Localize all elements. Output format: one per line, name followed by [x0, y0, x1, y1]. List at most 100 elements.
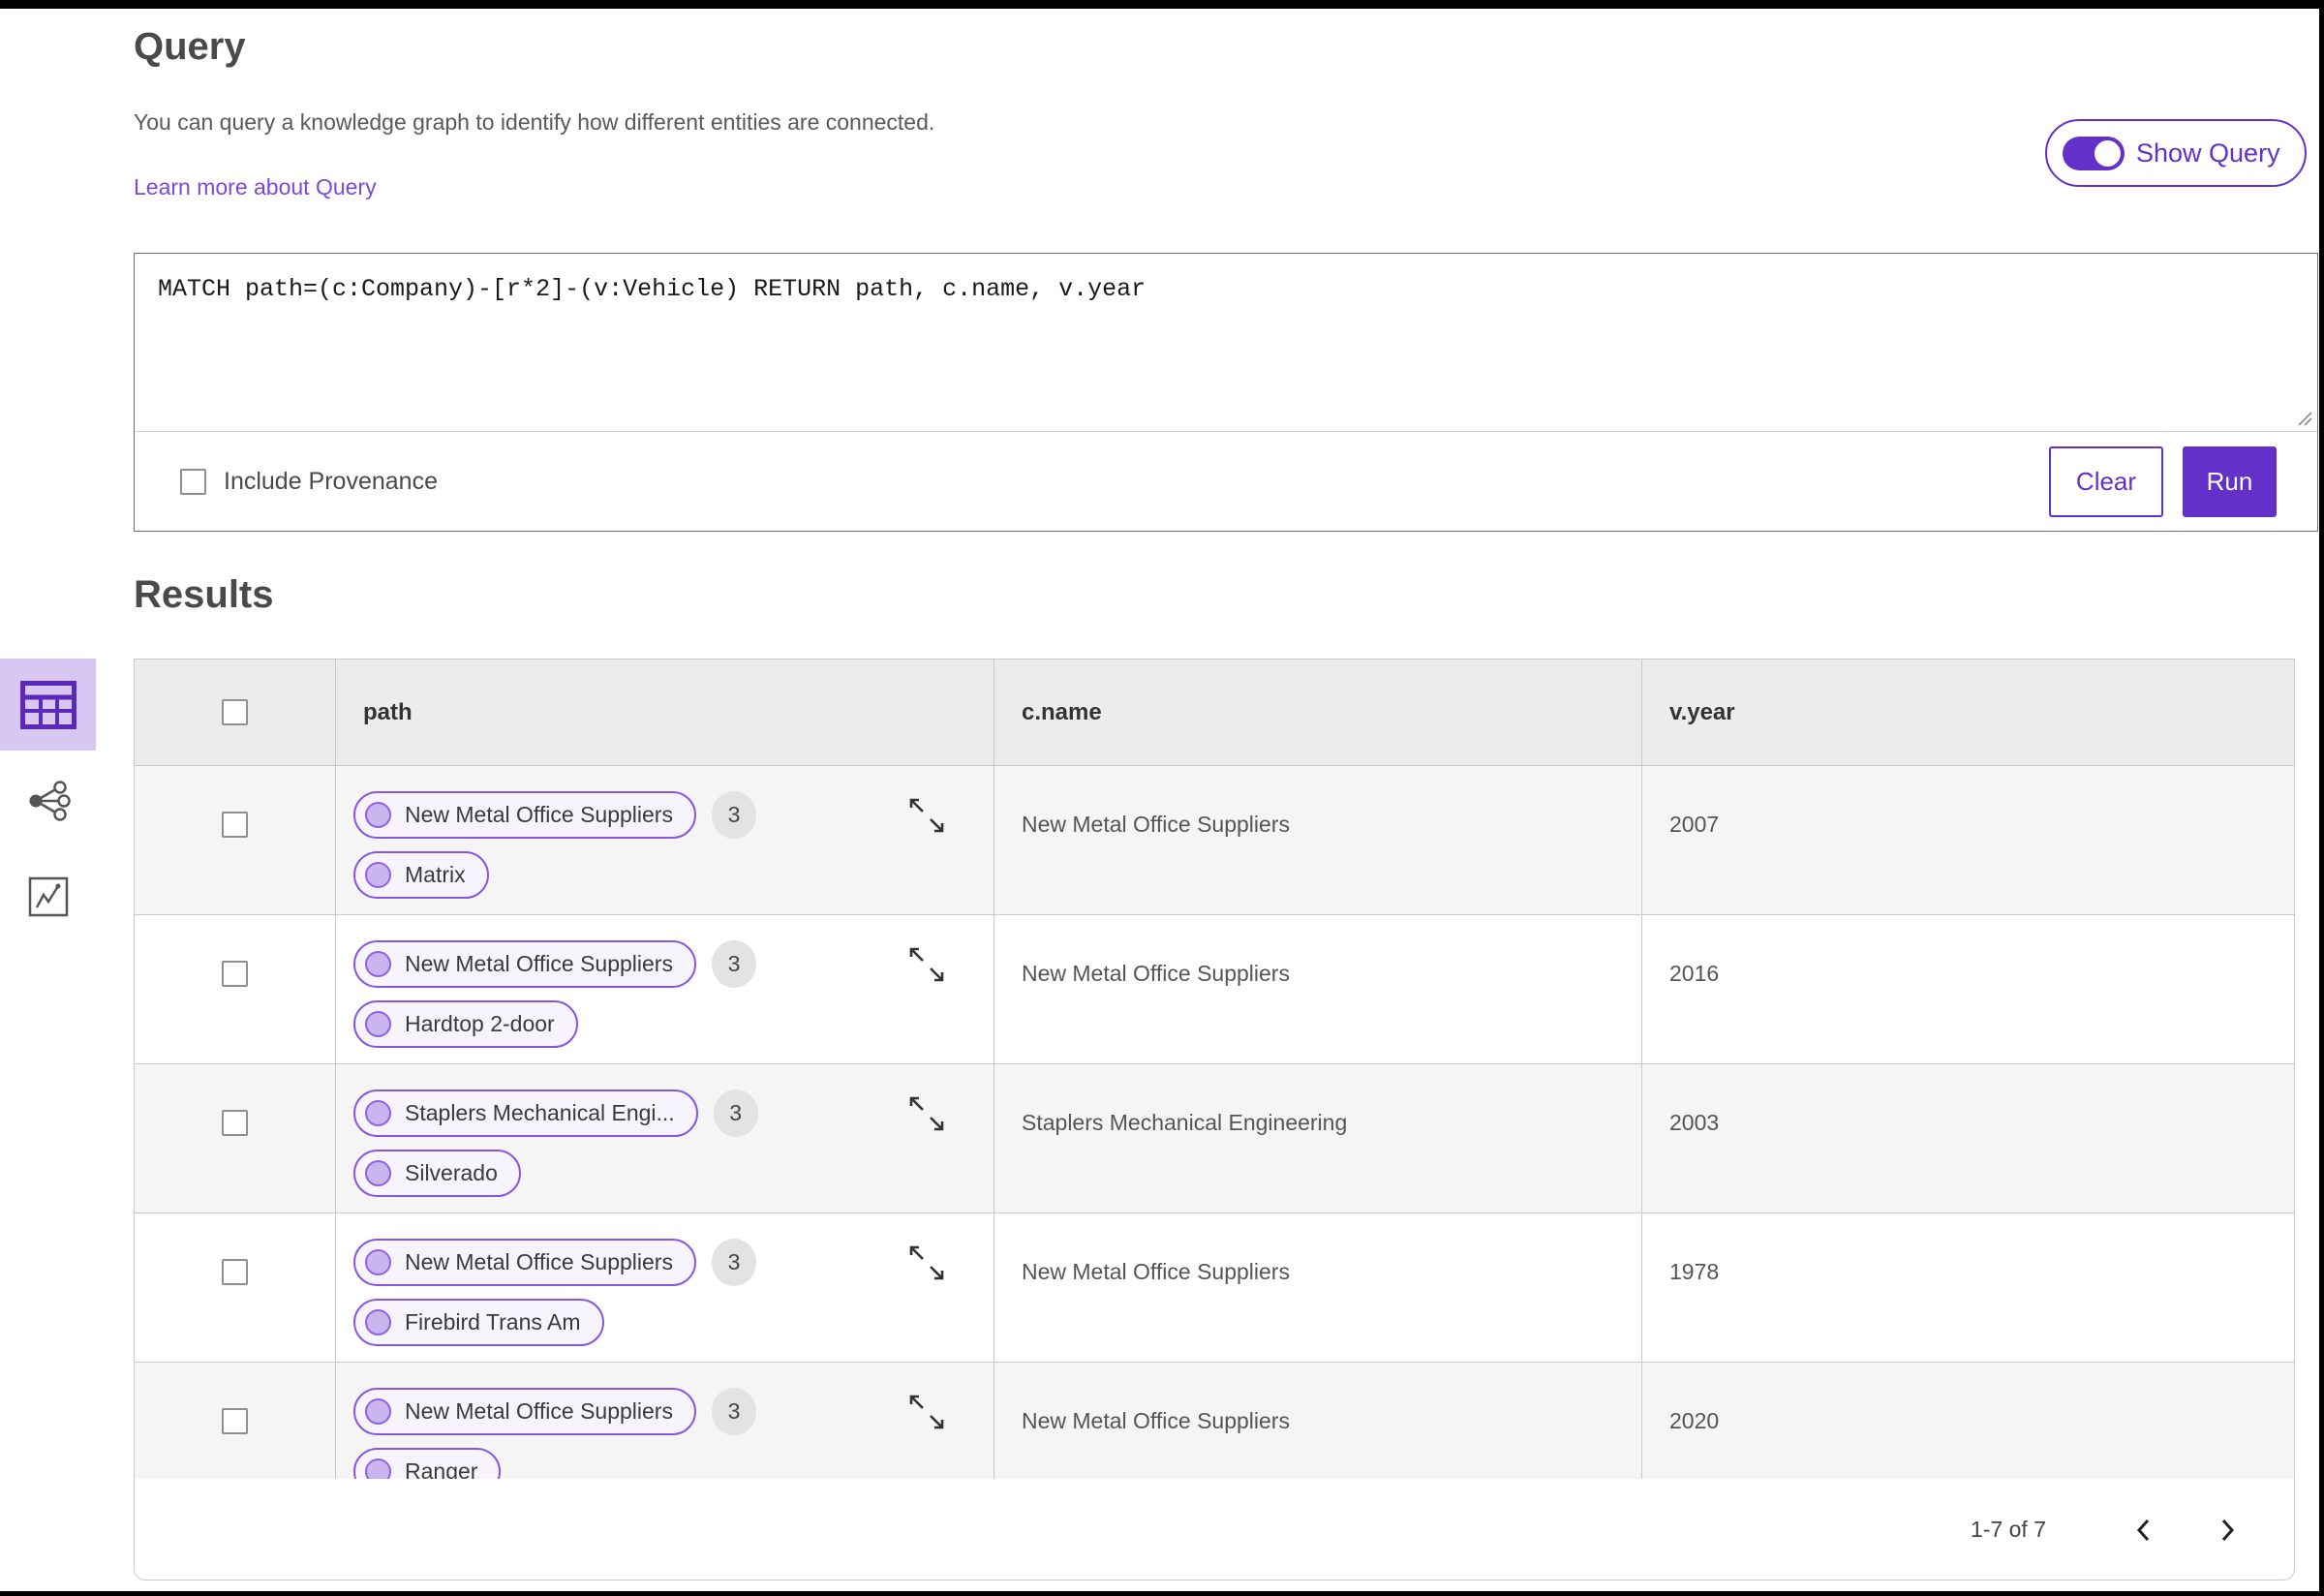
path-node-pill-start[interactable]: New Metal Office Suppliers: [353, 791, 696, 839]
node-circle-icon: [365, 1249, 391, 1275]
column-header-vyear[interactable]: v.year: [1641, 660, 2294, 765]
previous-page-button[interactable]: [2124, 1511, 2162, 1550]
graph-view-icon: [29, 780, 71, 821]
table-view-icon: [19, 680, 76, 729]
row-checkbox[interactable]: [222, 1110, 248, 1136]
expand-icon[interactable]: [906, 1243, 947, 1283]
node-circle-icon: [365, 951, 391, 977]
column-header-cname[interactable]: c.name: [994, 660, 1641, 765]
node-circle-icon: [365, 1011, 391, 1037]
path-node-pill-end[interactable]: Firebird Trans Am: [353, 1299, 604, 1346]
path-node-label: Ranger: [405, 1458, 478, 1479]
table-row: New Metal Office Suppliers 3 Ranger New …: [135, 1363, 2294, 1479]
learn-more-link[interactable]: Learn more about Query: [134, 174, 377, 200]
table-view-button[interactable]: [0, 659, 96, 751]
cell-vyear: 2007: [1669, 812, 1720, 837]
node-circle-icon: [365, 1100, 391, 1126]
show-query-label: Show Query: [2136, 138, 2280, 168]
cell-vyear: 2016: [1669, 961, 1720, 986]
node-circle-icon: [365, 862, 391, 888]
scatter-chart-view-icon: [28, 876, 68, 916]
node-circle-icon: [365, 1160, 391, 1186]
path-edge-count-badge: 3: [711, 1388, 756, 1435]
results-table: path c.name v.year New Metal Office Supp…: [134, 659, 2295, 1581]
pagination-range-label: 1-7 of 7: [1971, 1517, 2046, 1542]
path-node-label: Firebird Trans Am: [405, 1309, 581, 1335]
cell-cname: Staplers Mechanical Engineering: [1022, 1110, 1348, 1135]
path-node-pill-end[interactable]: Matrix: [353, 851, 489, 899]
next-page-button[interactable]: [2209, 1511, 2248, 1550]
path-node-pill-end[interactable]: Ranger: [353, 1448, 502, 1479]
page-title: Query: [134, 25, 246, 68]
path-edge-count-badge: 3: [711, 1239, 756, 1286]
expand-icon[interactable]: [906, 1392, 947, 1432]
table-row: New Metal Office Suppliers 3 Hardtop 2-d…: [135, 915, 2294, 1064]
query-editor[interactable]: MATCH path=(c:Company)-[r*2]-(v:Vehicle)…: [135, 254, 2317, 431]
include-provenance-checkbox[interactable]: [180, 469, 206, 495]
cell-vyear: 2020: [1669, 1408, 1720, 1433]
row-checkbox[interactable]: [222, 812, 248, 838]
cell-cname: New Metal Office Suppliers: [1022, 961, 1290, 986]
chevron-right-icon: [2221, 1519, 2235, 1541]
window-right-edge: [2319, 0, 2324, 1596]
path-node-label: New Metal Office Suppliers: [405, 1398, 673, 1424]
path-node-pill-start[interactable]: New Metal Office Suppliers: [353, 940, 696, 988]
cell-vyear: 2003: [1669, 1110, 1720, 1135]
expand-icon[interactable]: [906, 1093, 947, 1134]
node-circle-icon: [365, 1398, 391, 1425]
cell-cname: New Metal Office Suppliers: [1022, 812, 1290, 837]
node-circle-icon: [365, 1309, 391, 1335]
row-checkbox[interactable]: [222, 1259, 248, 1285]
path-node-pill-end[interactable]: Hardtop 2-door: [353, 1000, 578, 1048]
path-node-pill-start[interactable]: New Metal Office Suppliers: [353, 1388, 696, 1435]
window-top-edge: [0, 0, 2324, 9]
node-circle-icon: [365, 802, 391, 828]
table-row: New Metal Office Suppliers 3 Firebird Tr…: [135, 1213, 2294, 1363]
path-node-label: New Metal Office Suppliers: [405, 951, 673, 976]
window-bottom-edge: [0, 1591, 2324, 1596]
path-node-label: Staplers Mechanical Engi...: [405, 1100, 675, 1125]
table-body: New Metal Office Suppliers 3 Matrix New …: [135, 766, 2294, 1479]
path-edge-count-badge: 3: [711, 791, 756, 839]
chevron-left-icon: [2136, 1519, 2150, 1541]
chart-view-button[interactable]: [0, 850, 96, 942]
show-query-toggle-button[interactable]: Show Query: [2045, 119, 2307, 187]
cell-vyear: 1978: [1669, 1259, 1720, 1284]
path-edge-count-badge: 3: [711, 940, 756, 988]
path-node-label: New Metal Office Suppliers: [405, 802, 673, 827]
query-text: MATCH path=(c:Company)-[r*2]-(v:Vehicle)…: [158, 275, 1147, 303]
cell-cname: New Metal Office Suppliers: [1022, 1259, 1290, 1284]
path-edge-count-badge: 3: [713, 1090, 758, 1137]
path-node-label: Matrix: [405, 862, 466, 887]
table-header-row: path c.name v.year: [135, 660, 2294, 766]
page: Query You can query a knowledge graph to…: [0, 0, 2324, 1596]
path-node-pill-start[interactable]: Staplers Mechanical Engi...: [353, 1090, 698, 1137]
row-checkbox[interactable]: [222, 961, 248, 987]
expand-icon[interactable]: [906, 795, 947, 836]
table-row: New Metal Office Suppliers 3 Matrix New …: [135, 766, 2294, 915]
path-node-pill-start[interactable]: New Metal Office Suppliers: [353, 1239, 696, 1286]
results-title: Results: [134, 573, 274, 616]
graph-view-button[interactable]: [0, 754, 96, 846]
toggle-on-icon[interactable]: [2063, 136, 2125, 170]
node-circle-icon: [365, 1458, 391, 1479]
table-pagination: 1-7 of 7: [135, 1479, 2294, 1580]
include-provenance-label: Include Provenance: [224, 468, 438, 495]
query-panel: MATCH path=(c:Company)-[r*2]-(v:Vehicle)…: [134, 253, 2318, 532]
column-header-path[interactable]: path: [335, 660, 994, 765]
clear-button[interactable]: Clear: [2049, 446, 2163, 517]
expand-icon[interactable]: [906, 944, 947, 985]
path-node-label: Silverado: [405, 1160, 498, 1185]
query-footer: Include Provenance Clear Run: [135, 431, 2317, 532]
run-button[interactable]: Run: [2183, 446, 2277, 517]
toggle-knob: [2093, 138, 2123, 169]
path-node-label: Hardtop 2-door: [405, 1011, 555, 1036]
row-checkbox[interactable]: [222, 1408, 248, 1434]
table-row: Staplers Mechanical Engi... 3 Silverado: [135, 1064, 2294, 1213]
path-node-pill-end[interactable]: Silverado: [353, 1150, 521, 1197]
view-switcher: [0, 659, 107, 946]
select-all-checkbox[interactable]: [222, 699, 248, 725]
resize-handle-icon[interactable]: [2296, 410, 2313, 427]
path-node-label: New Metal Office Suppliers: [405, 1249, 673, 1274]
cell-cname: New Metal Office Suppliers: [1022, 1408, 1290, 1433]
